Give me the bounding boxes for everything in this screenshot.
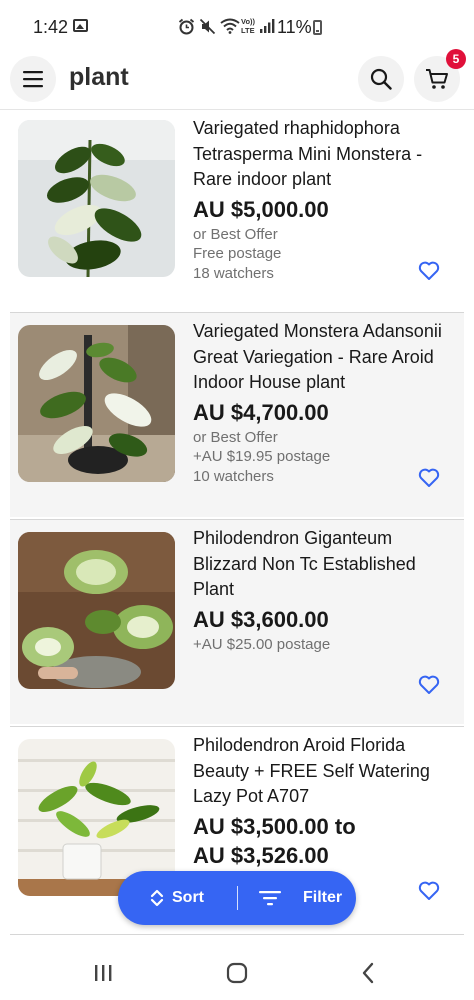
pill-separator: [237, 886, 238, 910]
listing-info: Philodendron Giganteum Blizzard Non Tc E…: [193, 526, 458, 654]
listing-best-offer: or Best Offer: [193, 225, 278, 243]
battery-level: 11%: [277, 17, 312, 37]
listing-info: Philodendron Aroid Florida Beauty + FREE…: [193, 733, 458, 871]
watch-heart-icon[interactable]: [418, 675, 440, 695]
plant-photo: [18, 325, 175, 482]
listing-info: Variegated Monstera Adansonii Great Vari…: [193, 319, 458, 486]
mute-icon: [199, 18, 216, 35]
search-button[interactable]: [358, 56, 404, 102]
back-icon[interactable]: [354, 960, 384, 986]
plant-photo: [18, 120, 175, 277]
listing-price: AU $3,600.00: [193, 606, 329, 632]
listing-price: AU $5,000.00: [193, 196, 329, 222]
search-query-title[interactable]: plant: [69, 63, 129, 92]
listing-image[interactable]: [18, 325, 175, 482]
listing-item[interactable]: Philodendron Giganteum Blizzard Non Tc E…: [10, 520, 464, 724]
listing-title[interactable]: Variegated rhaphidophora Tetrasperma Min…: [193, 116, 458, 193]
menu-button[interactable]: [10, 56, 56, 102]
watch-heart-icon[interactable]: [418, 468, 440, 488]
listing-title[interactable]: Variegated Monstera Adansonii Great Vari…: [193, 319, 458, 396]
plant-photo: [18, 532, 175, 689]
home-icon[interactable]: [222, 960, 252, 986]
filter-button[interactable]: Filter: [259, 871, 342, 925]
recent-apps-icon[interactable]: [88, 960, 118, 986]
listing-price: AU $3,500.00 to: [193, 813, 356, 839]
listing-title[interactable]: Philodendron Giganteum Blizzard Non Tc E…: [193, 526, 458, 603]
filter-icon: [259, 891, 281, 906]
listing-image[interactable]: [18, 120, 175, 277]
listing-title[interactable]: Philodendron Aroid Florida Beauty + FREE…: [193, 733, 458, 810]
watch-heart-icon[interactable]: [418, 261, 440, 281]
listing-postage: +AU $25.00 postage: [193, 635, 331, 653]
listing-postage: +AU $19.95 postage: [193, 448, 331, 465]
listing-item[interactable]: Variegated rhaphidophora Tetrasperma Min…: [10, 110, 464, 310]
gallery-icon: [73, 19, 88, 32]
listing-price: AU $4,700.00: [193, 399, 329, 425]
sort-button[interactable]: Sort: [150, 871, 204, 925]
watch-heart-icon[interactable]: [418, 881, 440, 901]
status-bar: 1:42 Vo)) LTE 11%: [0, 0, 474, 52]
sort-arrows-icon: [150, 889, 164, 907]
cart-count-badge: 5: [446, 49, 466, 69]
system-nav-bar: [0, 946, 474, 1000]
listing-divider: [10, 934, 464, 935]
hamburger-icon: [23, 71, 43, 88]
status-time: 1:42: [33, 17, 69, 37]
wifi-icon: [220, 18, 240, 34]
sort-filter-bar: Sort Filter: [118, 871, 356, 925]
app-header: plant: [0, 52, 474, 110]
listing-info: Variegated rhaphidophora Tetrasperma Min…: [193, 116, 458, 283]
listing-item[interactable]: Variegated Monstera Adansonii Great Vari…: [10, 313, 464, 517]
battery-icon: [313, 20, 322, 35]
alarm-icon: [178, 18, 195, 35]
cart-icon: [426, 69, 448, 89]
listing-image[interactable]: [18, 532, 175, 689]
search-icon: [370, 68, 392, 90]
listing-best-offer: or Best Offer: [193, 428, 278, 446]
filter-label: Filter: [303, 889, 343, 906]
volte-label: Vo)) LTE: [241, 17, 256, 35]
listing-price-upper: AU $3,526.00: [193, 842, 329, 868]
signal-icon: [260, 19, 275, 33]
sort-label: Sort: [172, 889, 204, 906]
